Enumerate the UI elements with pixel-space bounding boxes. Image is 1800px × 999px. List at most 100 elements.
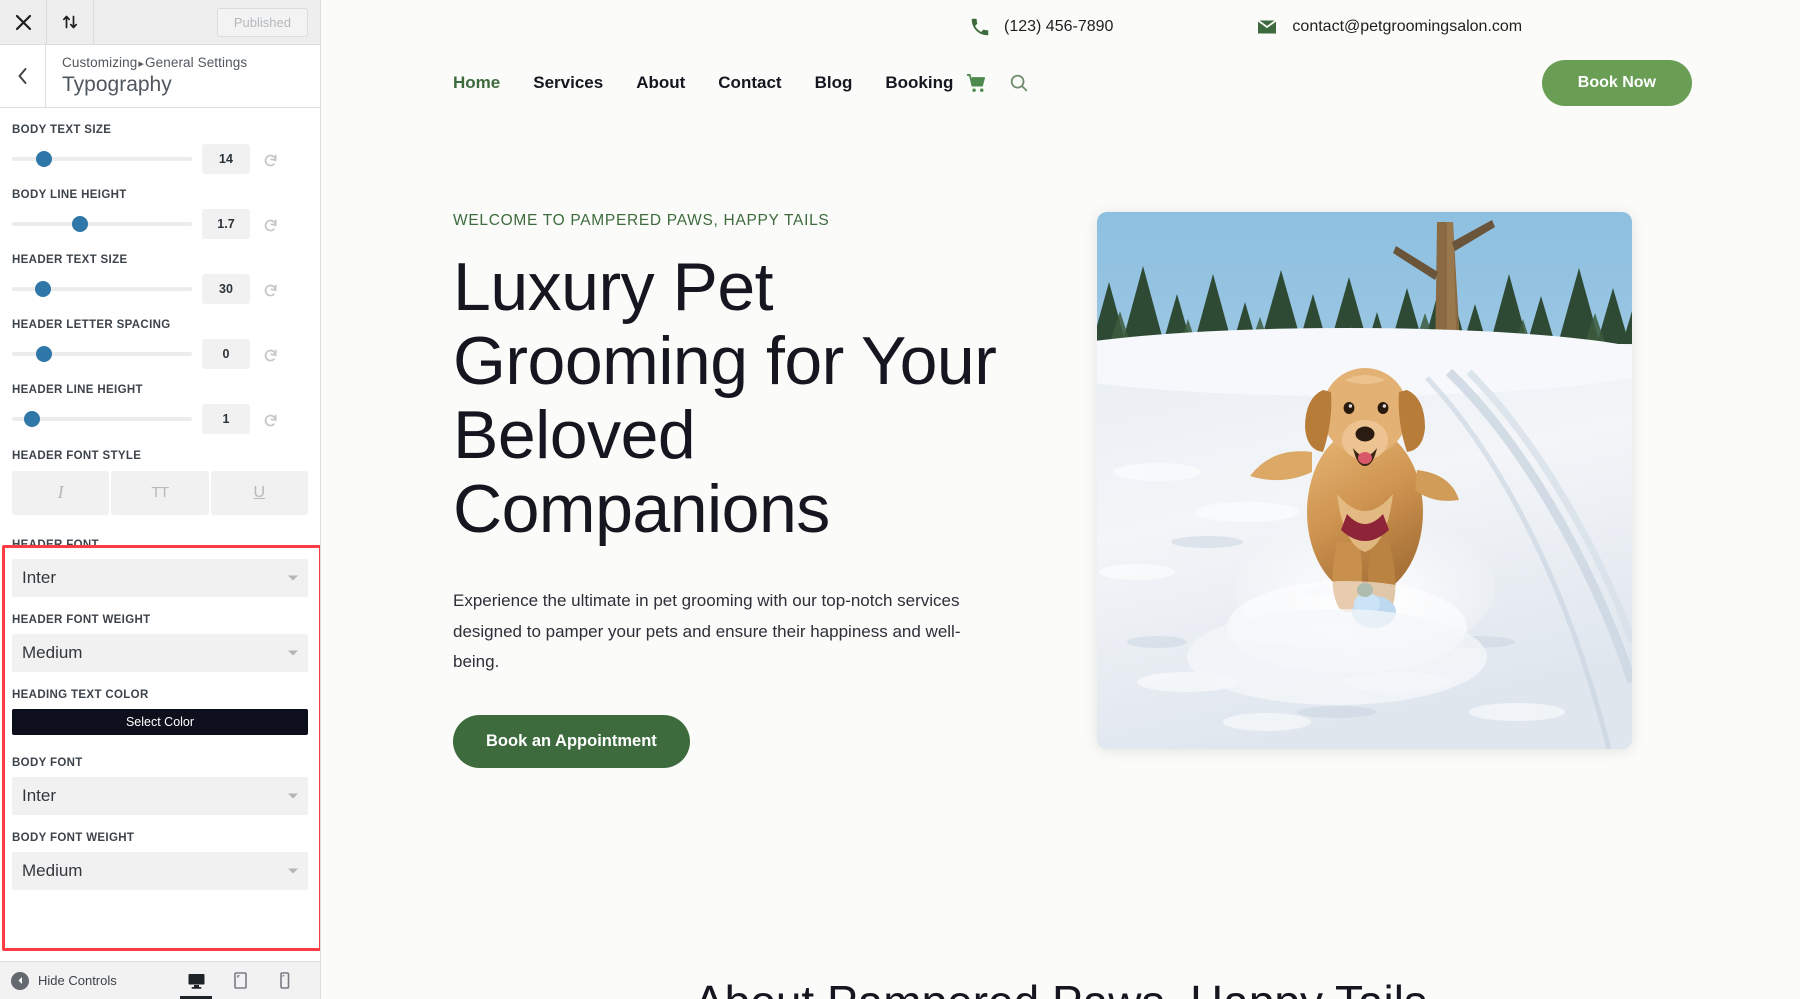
breadcrumb: Customizing▸General Settings [62,54,247,72]
email-icon [1255,15,1279,39]
control-label: BODY TEXT SIZE [12,124,112,136]
control-body-text-size: BODY TEXT SIZE 14 [0,122,320,175]
breadcrumb-separator-icon: ▸ [138,57,145,70]
header-font-weight-select[interactable]: Medium [12,633,308,672]
search-icon[interactable] [1008,72,1030,94]
hide-controls-button[interactable]: Hide Controls [0,971,117,990]
change-device-icon[interactable] [47,0,94,44]
email-address: contact@petgroomingsalon.com [1292,18,1523,35]
customizer-sidebar: Published Customizing▸General Settings T… [0,0,321,999]
contact-email[interactable]: contact@petgroomingsalon.com [1255,15,1522,39]
customizer-topbar: Published [0,0,320,45]
body-font-select[interactable]: Inter [12,776,308,815]
header-text-size-value[interactable]: 30 [202,274,250,305]
control-label: HEADER TEXT SIZE [12,254,128,267]
chevron-down-icon [288,575,298,581]
control-heading-text-color: HEADING TEXT COLOR Select Color [0,687,320,735]
slider-thumb[interactable] [23,411,40,428]
reset-icon[interactable] [262,411,279,428]
header-line-height-slider[interactable] [12,411,192,428]
control-label: HEADER FONT WEIGHT [12,613,151,626]
site-navigation: Home Services About Contact Blog Booking… [321,54,1800,112]
book-now-button[interactable]: Book Now [1541,60,1692,106]
site-top-contact-bar: (123) 456-7890 contact@petgroomingsalon.… [321,0,1800,54]
control-label: HEADER LINE HEIGHT [12,384,143,397]
body-text-size-slider[interactable] [12,151,192,168]
nav-link-services[interactable]: Services [533,73,603,93]
slider-thumb[interactable] [36,151,53,168]
desktop-preview-button[interactable] [174,962,218,999]
hero-section: WELCOME TO PAMPERED PAWS, HAPPY TAILS Lu… [321,112,1800,769]
nav-link-booking[interactable]: Booking [885,73,953,93]
control-header-font: HEADER FONT Inter [0,537,320,597]
underline-button[interactable]: U [210,470,308,515]
control-header-font-weight: HEADER FONT WEIGHT Medium [0,612,320,672]
chevron-left-icon[interactable] [0,44,46,108]
hero-eyebrow: WELCOME TO PAMPERED PAWS, HAPPY TAILS [453,212,830,229]
header-letter-spacing-value[interactable]: 0 [202,339,250,370]
control-label: HEADER LETTER SPACING [12,319,171,332]
header-font-select[interactable]: Inter [12,558,308,597]
cart-icon[interactable] [965,72,988,95]
control-header-text-size: HEADER TEXT SIZE 30 [0,252,320,305]
customizer-footer: Hide Controls [0,961,320,999]
next-section-heading-peek: About Pampered Paws, Happy Tails [321,957,1800,999]
nav-link-blog[interactable]: Blog [815,73,853,93]
phone-number: (123) 456-7890 [1004,18,1114,35]
body-font-weight-select[interactable]: Medium [12,852,308,891]
chevron-down-icon [288,650,298,656]
breadcrumb-root[interactable]: Customizing [62,55,137,70]
nav-link-about[interactable]: About [636,73,685,93]
hero-subtitle: Experience the ultimate in pet grooming … [453,591,961,671]
slider-thumb[interactable] [36,346,53,363]
reset-icon[interactable] [262,151,279,168]
chevron-down-icon [288,793,298,799]
contact-phone[interactable]: (123) 456-7890 [969,16,1113,38]
uppercase-button[interactable]: TT [111,470,209,515]
slider-thumb[interactable] [34,281,51,298]
body-line-height-value[interactable]: 1.7 [202,209,250,240]
customizer-controls-body: BODY TEXT SIZE 14 BODY LINE HEIGHT 1.7 H… [0,109,320,961]
header-text-size-slider[interactable] [12,281,192,298]
app-root: Published Customizing▸General Settings T… [0,0,1800,999]
control-body-line-height: BODY LINE HEIGHT 1.7 [0,187,320,240]
select-color-button[interactable]: Select Color [12,708,308,735]
nav-link-contact[interactable]: Contact [718,73,781,93]
book-appointment-button[interactable]: Book an Appointment [453,715,690,769]
chevron-down-icon [288,868,298,874]
italic-button[interactable]: I [12,470,110,515]
header-line-height-value[interactable]: 1 [202,404,250,435]
site-preview: (123) 456-7890 contact@petgroomingsalon.… [321,0,1800,999]
tablet-preview-button[interactable] [218,962,262,999]
header-letter-spacing-slider[interactable] [12,346,192,363]
publish-button[interactable]: Published [216,7,308,37]
golden-retriever-running-in-snow-photo [1097,212,1632,749]
body-font-value: Inter [22,785,57,805]
control-label: HEADER FONT STYLE [12,450,142,463]
mobile-preview-button[interactable] [262,962,306,999]
control-label: HEADING TEXT COLOR [12,688,149,701]
control-label: BODY LINE HEIGHT [12,189,127,202]
nav-link-home[interactable]: Home [453,73,500,93]
control-header-font-style: HEADER FONT STYLE I TT U [0,448,320,515]
body-line-height-slider[interactable] [12,216,192,233]
control-header-letter-spacing: HEADER LETTER SPACING 0 [0,317,320,370]
close-icon[interactable] [0,0,47,44]
device-preview-group [174,962,320,999]
slider-thumb[interactable] [72,216,89,233]
control-label: BODY FONT [12,756,83,769]
hide-controls-label: Hide Controls [38,973,117,988]
customizer-panel-header: Customizing▸General Settings Typography [0,44,320,108]
reset-icon[interactable] [262,281,279,298]
breadcrumb-parent[interactable]: General Settings [145,55,247,70]
control-body-font: BODY FONT Inter [0,755,320,815]
next-section-heading: About Pampered Paws, Happy Tails [694,979,1427,999]
control-label: BODY FONT WEIGHT [12,831,135,844]
hero-content: WELCOME TO PAMPERED PAWS, HAPPY TAILS Lu… [453,212,1013,769]
control-body-font-weight: BODY FONT WEIGHT Medium [0,830,320,891]
control-header-line-height: HEADER LINE HEIGHT 1 [0,382,320,435]
reset-icon[interactable] [262,216,279,233]
header-font-weight-value: Medium [22,642,83,662]
reset-icon[interactable] [262,346,279,363]
body-text-size-value[interactable]: 14 [202,144,250,175]
